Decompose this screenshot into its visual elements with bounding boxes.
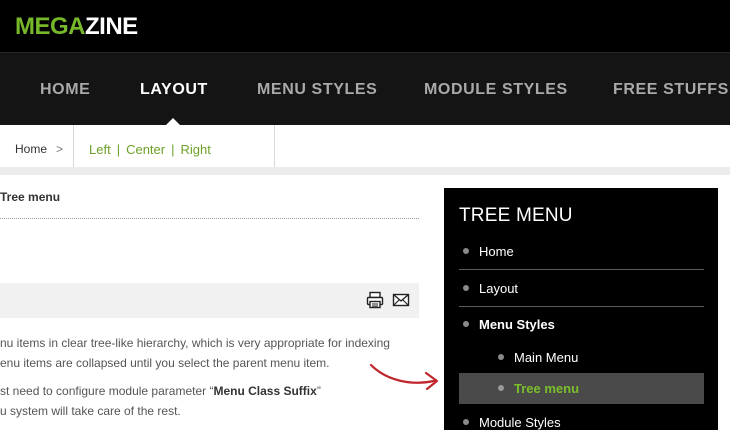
submenu-left-link[interactable]: Left <box>89 142 111 157</box>
nav-item-menu-styles[interactable]: MENU STYLES <box>257 81 377 99</box>
menu-divider <box>459 269 704 270</box>
article-paragraph-line: nu items in clear tree-like hierarchy, w… <box>0 336 390 350</box>
email-icon[interactable] <box>392 291 410 309</box>
paragraph-text: ” <box>316 384 321 398</box>
site-logo[interactable]: MEGAZINE <box>15 14 138 40</box>
bullet-icon <box>498 385 504 391</box>
submenu-center-link[interactable]: Center <box>126 142 165 157</box>
bullet-icon <box>463 285 469 291</box>
bullet-icon <box>463 419 469 425</box>
logo-part-mega: MEGA <box>15 13 86 40</box>
nav-item-free-stuffs[interactable]: FREE STUFFS <box>613 81 729 99</box>
submenu-separator: | <box>116 142 121 157</box>
nav-item-layout[interactable]: LAYOUT <box>140 81 208 99</box>
print-icon[interactable] <box>366 291 384 309</box>
nav-item-module-styles[interactable]: MODULE STYLES <box>424 81 568 99</box>
main-nav: HOME LAYOUT MENU STYLES MODULE STYLES FR… <box>0 52 730 126</box>
module-title: TREE MENU <box>459 205 573 226</box>
breadcrumb-divider <box>73 125 74 167</box>
layout-submenu: Left | Center | Right <box>89 142 211 157</box>
submenu-divider <box>274 125 275 167</box>
menu-divider <box>459 306 704 307</box>
submenu-separator: | <box>171 142 175 157</box>
content-top-strip <box>0 167 730 175</box>
bullet-icon <box>463 321 469 327</box>
breadcrumb: Home > Left | Center | Right <box>0 125 730 167</box>
title-divider <box>0 218 419 219</box>
menu-class-suffix-term: Menu Class Suffix <box>213 384 317 398</box>
breadcrumb-chevron-icon: > <box>56 142 64 156</box>
tree-item-layout[interactable]: Layout <box>479 281 518 296</box>
tree-item-module-styles[interactable]: Module Styles <box>479 415 561 430</box>
breadcrumb-home-link[interactable]: Home <box>15 142 47 156</box>
article-title: Tree menu <box>0 190 61 204</box>
tree-item-menu-styles[interactable]: Menu Styles <box>479 317 555 332</box>
tree-item-tree-menu[interactable]: Tree menu <box>514 381 579 396</box>
article-paragraph-line: u system will take care of the rest. <box>0 404 181 418</box>
paragraph-text: st need to configure module parameter “ <box>0 384 214 398</box>
nav-item-home[interactable]: HOME <box>40 81 90 99</box>
tree-item-home[interactable]: Home <box>479 244 514 259</box>
tree-item-main-menu[interactable]: Main Menu <box>514 350 578 365</box>
submenu-right-link[interactable]: Right <box>181 142 211 157</box>
red-arrow-icon <box>369 363 439 391</box>
logo-part-zine: ZINE <box>85 13 138 40</box>
bullet-icon <box>498 354 504 360</box>
active-tree-item-highlight <box>459 373 704 404</box>
article-paragraph-line: enu items are collapsed until you select… <box>0 356 330 370</box>
article-toolbar <box>0 283 419 318</box>
site-header: MEGAZINE <box>0 0 730 52</box>
article-paragraph-line: st need to configure module parameter “M… <box>0 381 321 401</box>
tree-menu-module: TREE MENU Home Layout Menu Styles Main M… <box>444 188 718 430</box>
bullet-icon <box>463 248 469 254</box>
